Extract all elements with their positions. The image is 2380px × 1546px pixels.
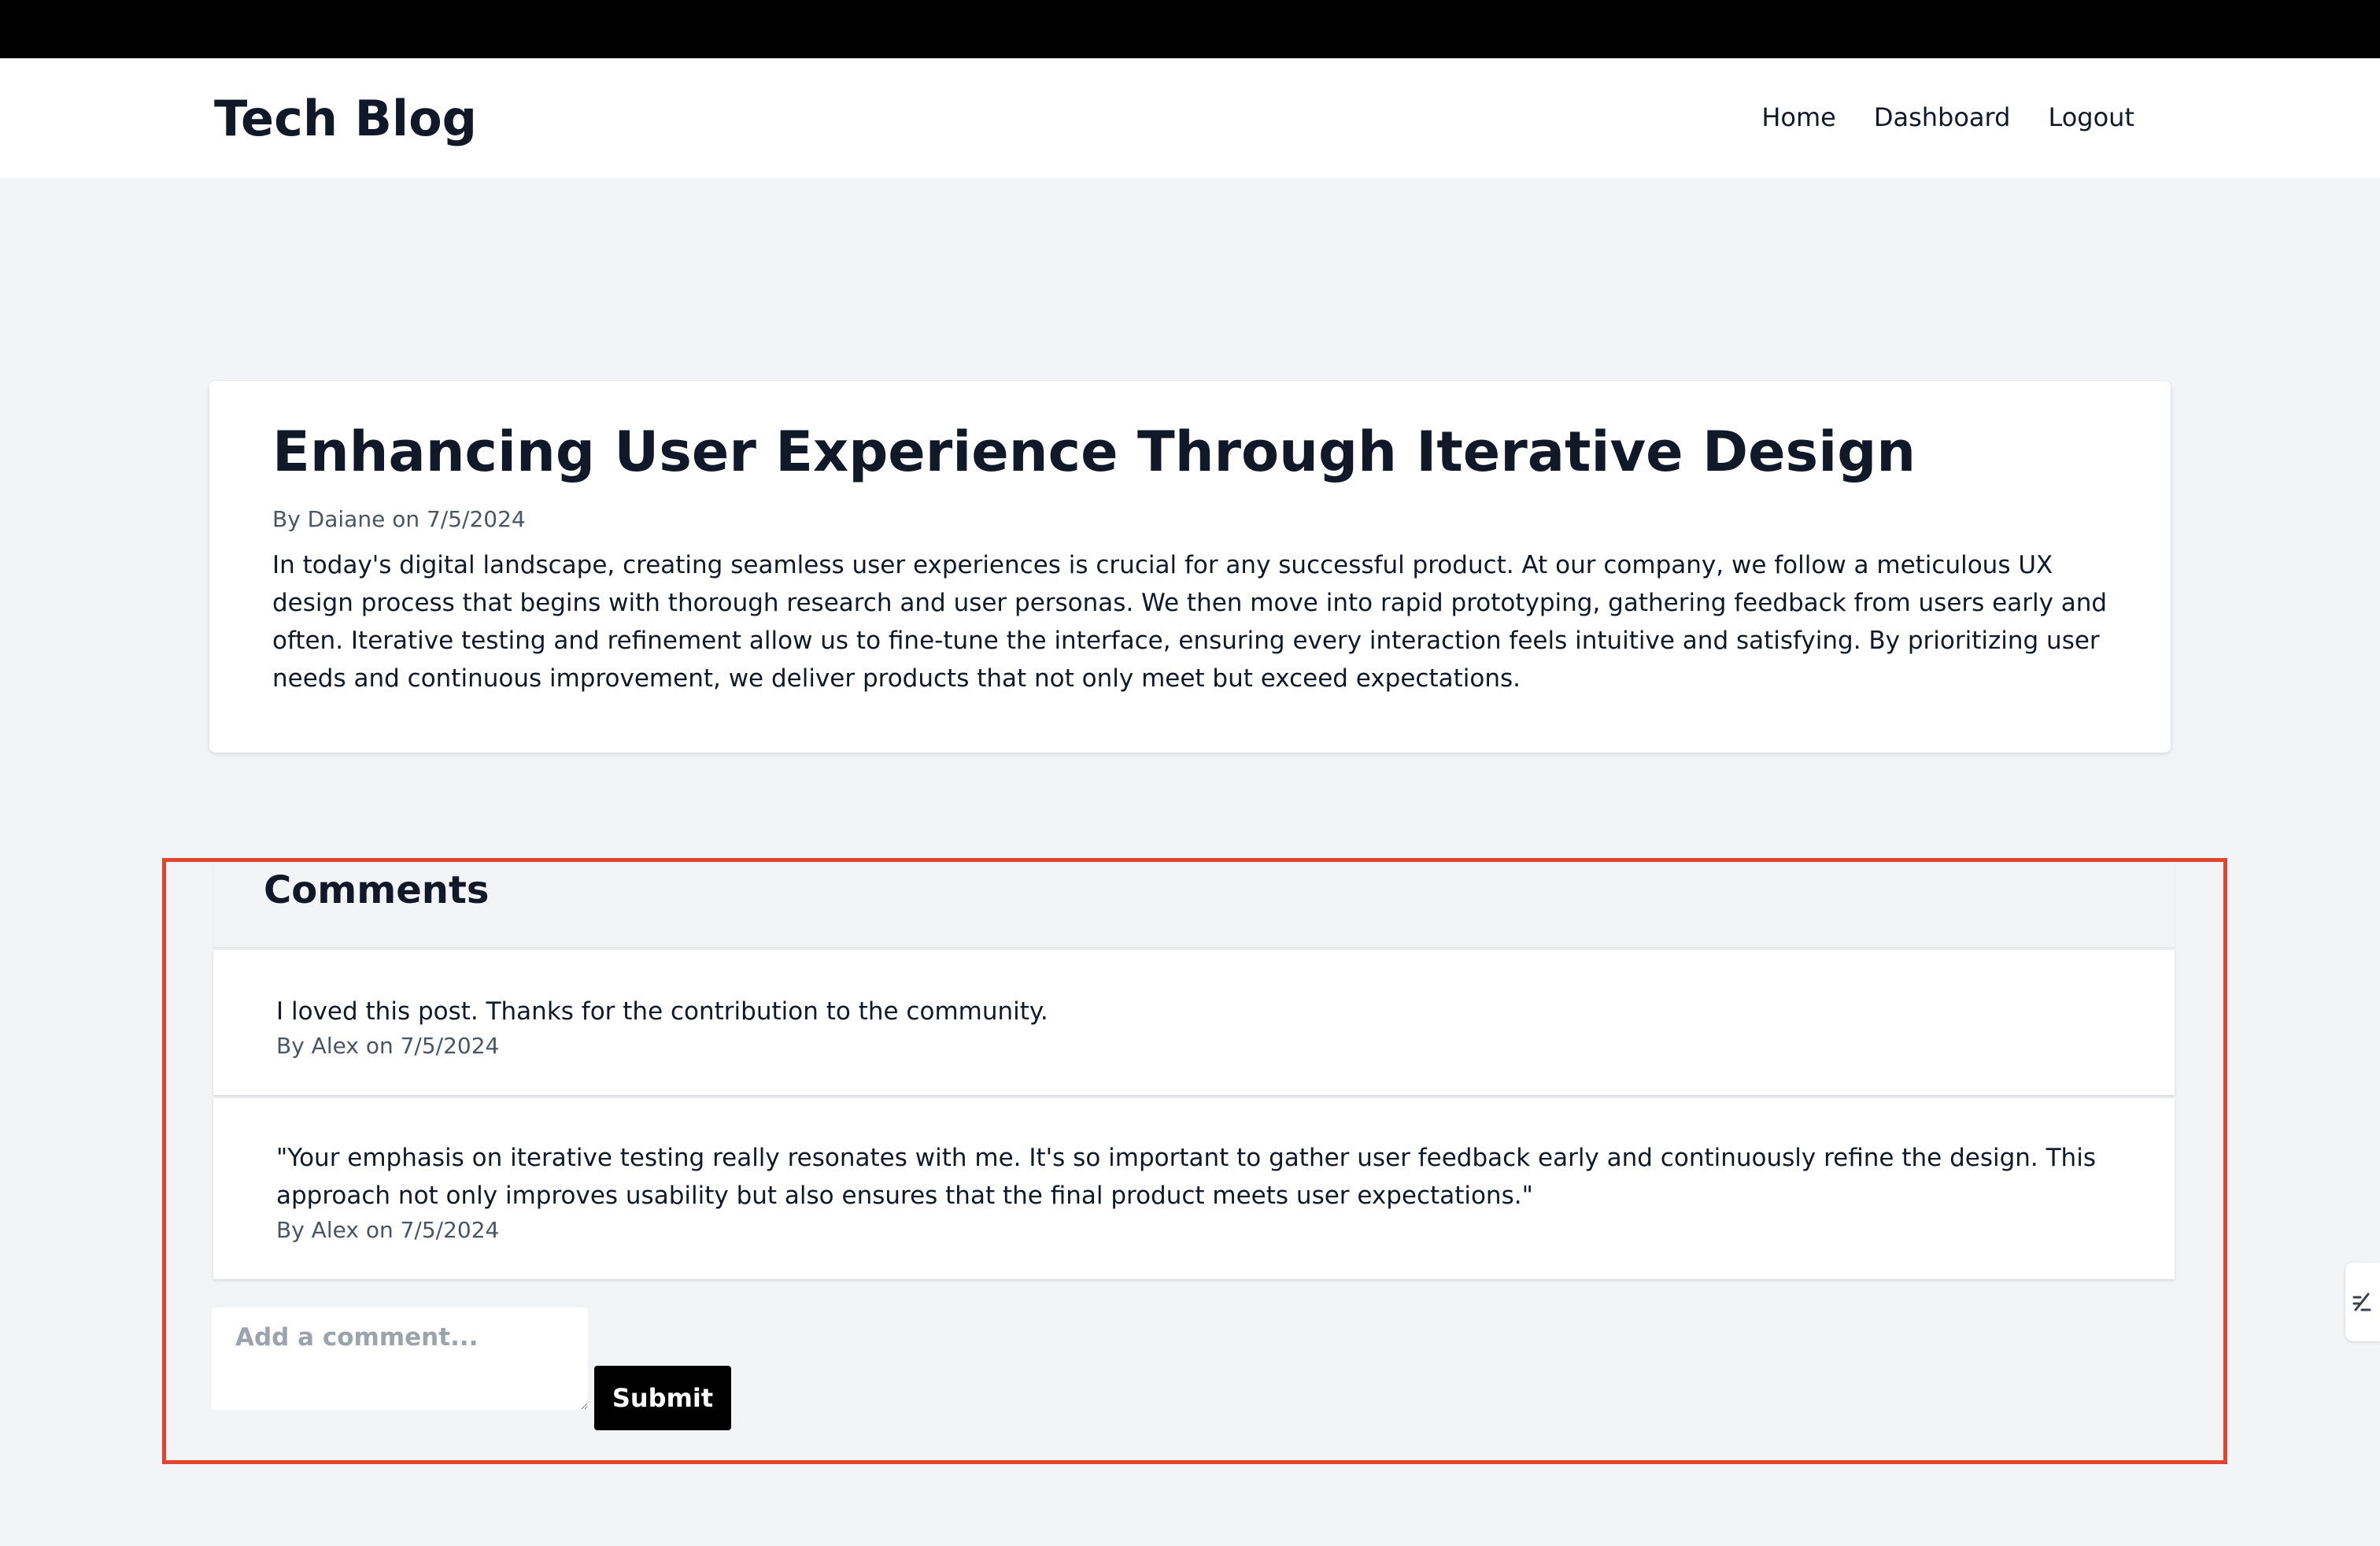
post-meta: By Daiane on 7/5/2024 xyxy=(272,506,526,532)
brand-link[interactable]: Tech Blog xyxy=(214,90,477,147)
comment-text: "Your emphasis on iterative testing real… xyxy=(276,1144,2096,1210)
comments-title: Comments xyxy=(264,868,490,912)
comment-input[interactable] xyxy=(212,1307,588,1410)
nav-logout-link[interactable]: Logout xyxy=(2048,102,2134,132)
post-card: Enhancing User Experience Through Iterat… xyxy=(209,381,2171,753)
comment-meta: By Alex on 7/5/2024 xyxy=(276,1217,500,1243)
browser-top-bar xyxy=(0,0,2380,58)
comments-section: Comments I loved this post. Thanks for t… xyxy=(162,858,2227,1464)
nav-home-link[interactable]: Home xyxy=(1761,102,1836,132)
navbar: Tech Blog Home Dashboard Logout xyxy=(0,58,2380,178)
comment-text: I loved this post. Thanks for the contri… xyxy=(276,997,1048,1026)
nav-links: Home Dashboard Logout xyxy=(1761,102,2134,132)
submit-button[interactable]: Submit xyxy=(594,1366,731,1430)
edit-pen-icon xyxy=(2352,1293,2371,1311)
post-body: In today's digital landscape, creating s… xyxy=(272,551,2108,693)
nav-dashboard-link[interactable]: Dashboard xyxy=(1874,102,2011,132)
post-title: Enhancing User Experience Through Iterat… xyxy=(272,420,1916,484)
comment-item: I loved this post. Thanks for the contri… xyxy=(213,950,2175,1095)
side-widget[interactable] xyxy=(2345,1263,2380,1341)
comment-item: "Your emphasis on iterative testing real… xyxy=(213,1098,2175,1279)
comments-header: Comments xyxy=(213,862,2175,947)
comment-meta: By Alex on 7/5/2024 xyxy=(276,1033,500,1059)
